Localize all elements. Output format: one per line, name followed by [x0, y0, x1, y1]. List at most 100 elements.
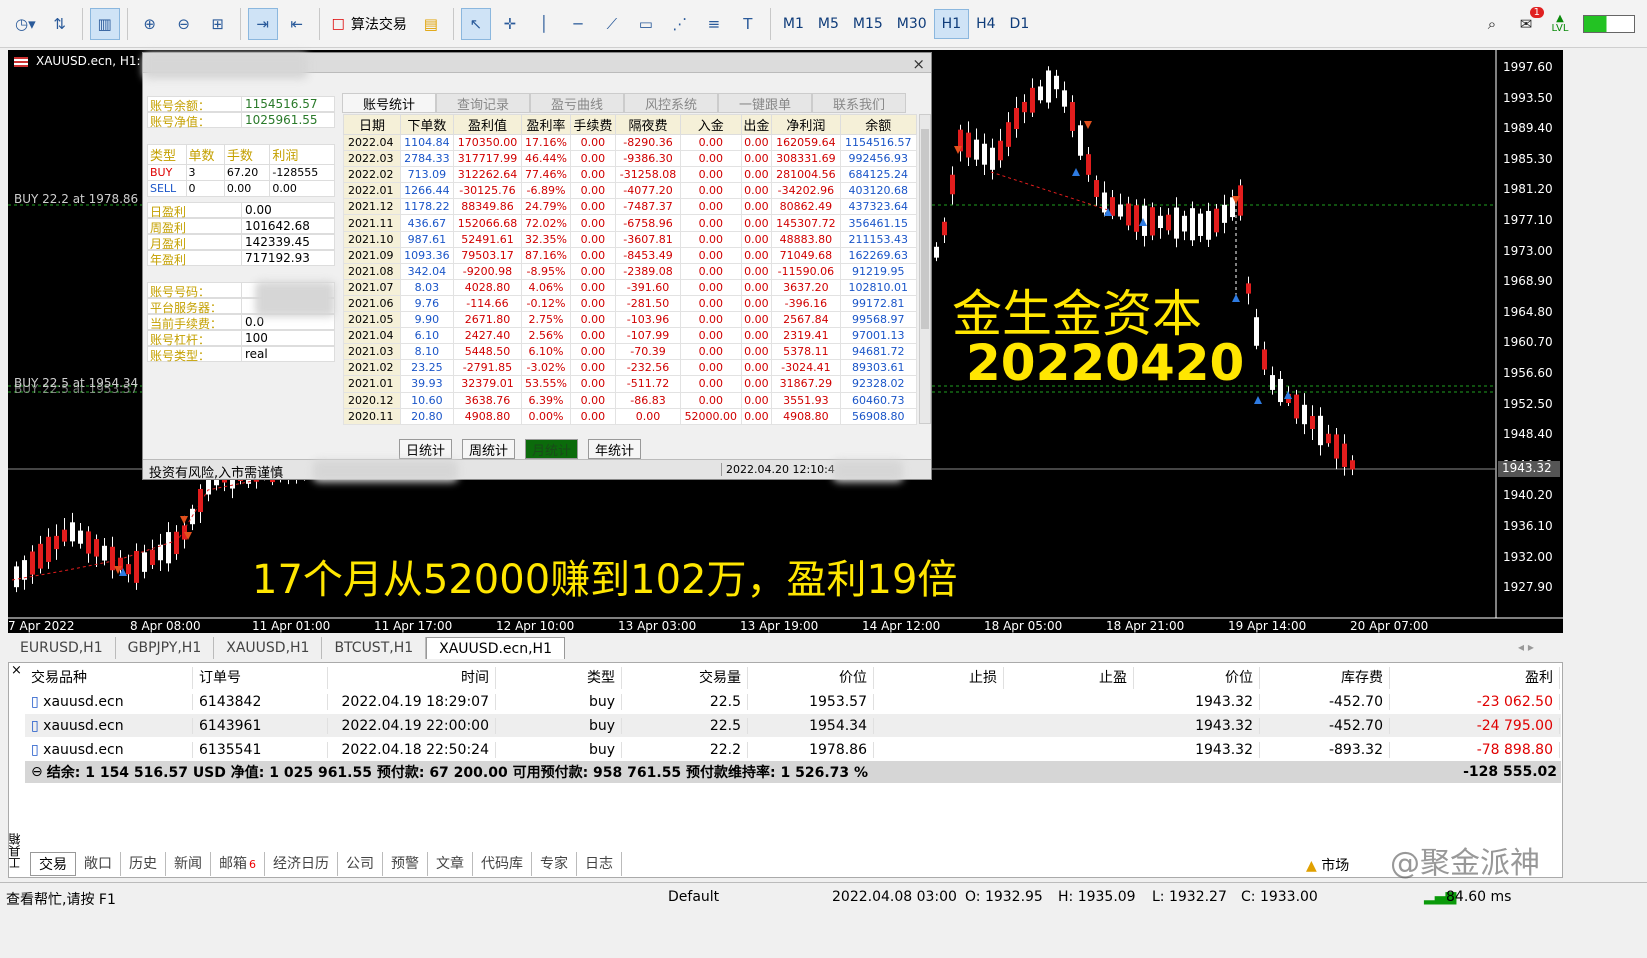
- text-lines-icon[interactable]: ≡: [699, 8, 729, 40]
- candle-body: [1158, 215, 1163, 229]
- chart-tab-active[interactable]: XAUUSD.ecn,H1: [426, 637, 565, 659]
- table-scrollbar[interactable]: [919, 114, 931, 424]
- terminal-tab[interactable]: 代码库: [473, 852, 532, 876]
- terminal-tab[interactable]: 预警: [383, 852, 428, 876]
- trade-row[interactable]: ▯ xauusd.ecn 6135541 2022.04.18 22:50:24 bu…: [25, 738, 1561, 761]
- profile-name[interactable]: Default: [668, 889, 719, 905]
- monthly-stats-button[interactable]: 月统计: [525, 439, 579, 459]
- column-header[interactable]: 类型: [496, 667, 622, 689]
- table-row: 2022.02 713.09 312262.64 77.46% 0.00 -31258.0…: [342, 166, 918, 184]
- terminal-tab[interactable]: 经济日历: [265, 852, 338, 876]
- tab-query-records[interactable]: 查询记录: [436, 93, 530, 113]
- trendline-icon[interactable]: ⟋: [597, 8, 627, 40]
- collapse-icon[interactable]: ⊖: [31, 764, 43, 780]
- column-header[interactable]: 订单号: [193, 667, 328, 689]
- tf-h1[interactable]: H1: [933, 8, 970, 39]
- column-header[interactable]: 库存费: [1260, 667, 1390, 689]
- chart-tab[interactable]: XAUUSD,H1: [214, 637, 323, 659]
- daily-stats-button[interactable]: 日统计: [399, 439, 453, 459]
- table-row: BUY 3 67.20 -128555: [147, 164, 335, 181]
- tf-m5[interactable]: M5: [811, 9, 846, 39]
- column-header[interactable]: 交易量: [622, 667, 748, 689]
- scrollbar-thumb[interactable]: [921, 129, 929, 329]
- terminal-tab[interactable]: 文章: [428, 852, 473, 876]
- candle-body: [70, 522, 75, 542]
- time-tick-label: 11 Apr 01:00: [252, 619, 331, 633]
- terminal-tab[interactable]: 专家: [532, 852, 577, 876]
- tf-m15[interactable]: M15: [846, 9, 890, 39]
- horizontal-line-icon[interactable]: ─: [563, 8, 593, 40]
- column-header[interactable]: 时间: [328, 667, 496, 689]
- price-tick-label: 1932.00: [1503, 549, 1553, 564]
- position-summary-table: 类型 单数 手数 利润 BUY 3 67.20 -128555 SELL 0 0…: [147, 144, 335, 197]
- weekly-stats-button[interactable]: 周统计: [462, 439, 516, 459]
- grid-icon[interactable]: ⊞: [203, 8, 233, 40]
- algo-trading-button[interactable]: □ 算法交易: [327, 8, 412, 40]
- vertical-line-icon[interactable]: │: [529, 8, 559, 40]
- channel-icon[interactable]: ▭: [631, 8, 661, 40]
- price-tick-label: 1927.90: [1503, 580, 1553, 595]
- text-icon[interactable]: T: [733, 8, 763, 40]
- bar-chart-icon[interactable]: ▥: [89, 7, 120, 40]
- column-header[interactable]: 交易品种: [25, 667, 193, 689]
- zoom-in-icon[interactable]: ⊕: [135, 8, 165, 40]
- chart-tab[interactable]: EURUSD,H1: [8, 637, 116, 659]
- autoscroll-icon[interactable]: ⇥: [247, 7, 278, 40]
- terminal-tab[interactable]: 交易: [30, 852, 76, 876]
- order-line-label[interactable]: BUY 22.5 at 1953.57: [14, 382, 138, 396]
- tab-contact-us[interactable]: 联系我们: [812, 93, 906, 113]
- clock-icon[interactable]: ◷▾: [10, 8, 41, 40]
- search-icon[interactable]: ⌕: [1477, 8, 1507, 40]
- chart-shift-icon[interactable]: ⇤: [282, 8, 312, 40]
- terminal-tab[interactable]: 公司: [338, 852, 383, 876]
- signal-lvl-icon[interactable]: ▲ LVL: [1545, 8, 1575, 40]
- order-line-label[interactable]: BUY 22.2 at 1978.86: [14, 192, 138, 206]
- terminal-tab[interactable]: 新闻: [166, 852, 211, 876]
- candle-body: [1294, 394, 1299, 419]
- tab-risk-control[interactable]: 风控系统: [624, 93, 718, 113]
- column-header[interactable]: 止损: [874, 667, 1004, 689]
- chart-tab[interactable]: BTCUST,H1: [322, 637, 427, 659]
- stats-panel[interactable]: × 账号余额： 1154516.57 账号净值： 1025961.55 类型 单数 …: [142, 52, 932, 482]
- account-value: 0.0: [245, 315, 265, 329]
- tf-d1[interactable]: D1: [1003, 9, 1037, 39]
- tf-m30[interactable]: M30: [890, 9, 934, 39]
- candle-body: [1246, 283, 1251, 294]
- terminal-tab[interactable]: 历史: [121, 852, 166, 876]
- crosshair-icon[interactable]: ✛: [495, 8, 525, 40]
- terminal-tab[interactable]: 日志: [577, 852, 622, 876]
- trade-row[interactable]: ▯ xauusd.ecn 6143961 2022.04.19 22:00:00 bu…: [25, 714, 1561, 737]
- terminal-tab[interactable]: 敞口: [76, 852, 121, 876]
- panel-titlebar[interactable]: ×: [143, 53, 931, 79]
- zoom-out-icon[interactable]: ⊖: [169, 8, 199, 40]
- fibonacci-icon[interactable]: ⋰: [665, 8, 695, 40]
- terminal-tab-label: 历史: [129, 856, 157, 872]
- pnl-row: 月盈利 142339.45: [147, 234, 335, 251]
- cell: 0.00: [269, 180, 335, 197]
- column-header[interactable]: 价位: [1134, 667, 1260, 689]
- column-header[interactable]: 价位: [748, 667, 874, 689]
- terminal-tab[interactable]: 邮箱 6: [211, 852, 265, 876]
- tab-copy-trade[interactable]: 一键跟单: [718, 93, 812, 113]
- notification-icon[interactable]: ✉ 1: [1511, 6, 1544, 40]
- tf-h4[interactable]: H4: [969, 9, 1002, 39]
- column-header[interactable]: 止盈: [1004, 667, 1134, 689]
- tab-account-stats[interactable]: 账号统计: [342, 93, 436, 113]
- folder-icon[interactable]: ▤: [416, 8, 446, 40]
- chart-tab[interactable]: GBPJPY,H1: [116, 637, 215, 659]
- close-icon[interactable]: ×: [912, 55, 925, 73]
- table-cell: 46.44%: [521, 150, 571, 168]
- price-tick-label: 1997.60: [1503, 60, 1553, 74]
- tf-m1[interactable]: M1: [776, 9, 811, 39]
- cursor-icon[interactable]: ↖: [460, 7, 491, 40]
- tab-pnl-curve[interactable]: 盈亏曲线: [530, 93, 624, 113]
- terminal-close-icon[interactable]: ×: [11, 663, 22, 678]
- tab-scroll-arrows[interactable]: ◂ ▸: [1518, 640, 1534, 654]
- yearly-stats-button[interactable]: 年统计: [588, 439, 642, 459]
- table-cell: -8290.36: [615, 133, 682, 152]
- market-lock-icon[interactable]: ▲ 市场: [1306, 855, 1349, 875]
- new-order-icon[interactable]: ⇅: [45, 8, 75, 40]
- table-cell: 2022.03: [342, 150, 402, 168]
- column-header[interactable]: 盈利: [1390, 667, 1560, 689]
- trade-row[interactable]: ▯ xauusd.ecn 6143842 2022.04.19 18:29:07 bu…: [25, 690, 1561, 713]
